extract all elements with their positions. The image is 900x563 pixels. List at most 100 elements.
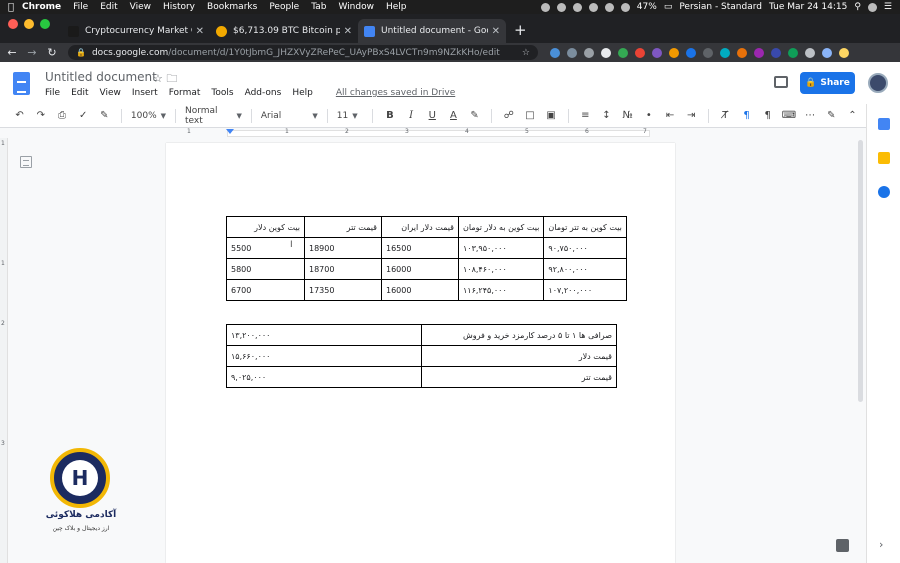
menu-view[interactable]: View	[130, 2, 151, 12]
text-color-icon[interactable]: A	[446, 110, 461, 121]
profile-icon[interactable]	[822, 47, 832, 58]
numbered-list-icon[interactable]: №	[620, 110, 635, 121]
new-tab-button[interactable]: +	[506, 21, 535, 43]
table-cell[interactable]: ۹,۰۲۵,۰۰۰	[226, 366, 422, 388]
menu-file[interactable]: File	[73, 2, 88, 12]
maximize-window-button[interactable]	[40, 19, 50, 29]
extension-icon[interactable]	[584, 47, 594, 58]
extension-icon[interactable]	[669, 47, 679, 58]
table-cell[interactable]: ۱۱۶,۲۴۵,۰۰۰	[457, 279, 545, 301]
collapse-toolbar-icon[interactable]: ⌃	[845, 110, 860, 121]
editing-mode-icon[interactable]: ✎	[824, 110, 839, 121]
battery-icon[interactable]: ▭	[664, 2, 673, 12]
table-cell[interactable]: ۱۰۷,۲۰۰,۰۰۰	[543, 279, 627, 301]
docs-menu-format[interactable]: Format	[169, 88, 201, 98]
table-cell[interactable]: 5800	[226, 258, 305, 280]
docs-menu-file[interactable]: File	[45, 88, 60, 98]
star-icon[interactable]: ☆	[153, 72, 163, 85]
highlight-color-icon[interactable]: ✎	[467, 110, 482, 121]
tasks-icon[interactable]	[878, 186, 890, 198]
bulleted-list-icon[interactable]: •	[641, 110, 656, 121]
tab-coinmarketcap[interactable]: Cryptocurrency Market Capitali ✕	[62, 19, 210, 43]
table-cell[interactable]: قیمت دلار	[421, 345, 617, 367]
insert-link-icon[interactable]: ☍	[501, 110, 516, 121]
docs-menu-edit[interactable]: Edit	[71, 88, 88, 98]
back-icon[interactable]: ←	[4, 46, 20, 59]
tray-app-icon[interactable]	[588, 2, 598, 12]
redo-icon[interactable]: ↷	[33, 110, 48, 121]
url-field[interactable]: 🔒 docs.google.com /document/d/1Y0tJbmG_J…	[68, 45, 538, 60]
table-cell[interactable]: 18700	[304, 258, 382, 280]
tray-app-icon[interactable]	[556, 2, 566, 12]
docs-menu-help[interactable]: Help	[292, 88, 313, 98]
volume-icon[interactable]	[620, 2, 630, 12]
docs-menu-addons[interactable]: Add-ons	[245, 88, 282, 98]
table-cell[interactable]: قیمت تتر	[304, 216, 382, 238]
wifi-icon[interactable]	[604, 2, 614, 12]
close-tab-icon[interactable]: ✕	[196, 26, 204, 37]
ltr-direction-icon[interactable]: ¶	[739, 110, 754, 121]
close-window-button[interactable]	[8, 19, 18, 29]
comment-history-icon[interactable]	[774, 76, 788, 88]
google-docs-logo-icon[interactable]	[13, 72, 30, 95]
menu-history[interactable]: History	[163, 2, 195, 12]
calendar-icon[interactable]	[878, 118, 890, 130]
extension-icon[interactable]	[788, 47, 798, 58]
indent-marker-icon[interactable]	[226, 129, 234, 134]
document-page[interactable]: بیت کوین دلار قیمت تتر قیمت دلار ایران ب…	[166, 143, 675, 563]
scrollbar-thumb[interactable]	[858, 140, 863, 402]
docs-menu-tools[interactable]: Tools	[211, 88, 233, 98]
input-tools-icon[interactable]: ⌨	[781, 110, 796, 121]
table-cell[interactable]: بیت کوین به دلار تومان	[457, 216, 545, 238]
print-icon[interactable]: ⎙	[54, 110, 69, 121]
account-avatar[interactable]	[868, 73, 888, 93]
app-menu-chrome[interactable]: Chrome	[22, 2, 61, 12]
menu-tab[interactable]: Tab	[311, 2, 326, 12]
table-cell[interactable]: قیمت تتر	[421, 366, 617, 388]
share-button[interactable]: 🔒 Share	[800, 72, 855, 94]
docs-menu-view[interactable]: View	[100, 88, 121, 98]
font-size-select[interactable]: 11 ▼	[337, 111, 364, 121]
extension-icon[interactable]	[686, 47, 696, 58]
table-cell[interactable]: ۱۰۸,۴۶۰,۰۰۰	[457, 258, 545, 280]
table-cell[interactable]: 16000	[381, 279, 459, 301]
tab-google-doc[interactable]: Untitled document - Google Do ✕	[358, 19, 506, 43]
clear-formatting-icon[interactable]: T̸	[718, 110, 733, 121]
paint-format-icon[interactable]: ✎	[97, 110, 112, 121]
extension-icon[interactable]	[805, 47, 815, 58]
document-outline-icon[interactable]	[20, 156, 32, 168]
align-icon[interactable]: ≡	[578, 110, 593, 121]
forward-icon[interactable]: →	[24, 46, 40, 59]
control-center-icon[interactable]: ☰	[884, 2, 892, 12]
more-icon[interactable]: ⋯	[803, 110, 818, 121]
menu-help[interactable]: Help	[386, 2, 407, 12]
extension-icon[interactable]	[601, 47, 611, 58]
table-cell[interactable]: 18900	[304, 237, 382, 259]
increase-indent-icon[interactable]: ⇥	[684, 110, 699, 121]
insert-image-icon[interactable]: ▣	[544, 110, 559, 121]
explore-icon[interactable]	[836, 539, 849, 552]
lock-icon[interactable]: 🔒	[76, 48, 86, 57]
insert-comment-icon[interactable]: □	[522, 110, 537, 121]
extension-icon[interactable]	[737, 47, 747, 58]
menu-window[interactable]: Window	[338, 2, 374, 12]
close-tab-icon[interactable]: ✕	[492, 26, 500, 37]
table-cell[interactable]: 17350	[304, 279, 382, 301]
user-icon[interactable]	[867, 2, 877, 12]
folder-icon[interactable]: 🗀	[166, 72, 177, 85]
tray-app-icon[interactable]	[572, 2, 582, 12]
battery-percent[interactable]: 47%	[637, 2, 657, 12]
table-cell[interactable]: 6700	[226, 279, 305, 301]
table-cell[interactable]: ۱۳,۲۰۰,۰۰۰	[226, 324, 422, 346]
input-source[interactable]: Persian - Standard	[679, 2, 762, 12]
tray-app-icon[interactable]	[540, 2, 550, 12]
menu-bookmarks[interactable]: Bookmarks	[207, 2, 257, 12]
zoom-select[interactable]: 100% ▼	[131, 111, 166, 121]
reload-icon[interactable]: ↻	[44, 46, 60, 59]
extension-icon[interactable]	[567, 47, 577, 58]
table-cell[interactable]: ۹۲,۸۰۰,۰۰۰	[543, 258, 627, 280]
decrease-indent-icon[interactable]: ⇤	[662, 110, 677, 121]
table-cell[interactable]: ۱۰۳,۹۵۰,۰۰۰	[457, 237, 545, 259]
font-select[interactable]: Arial ▼	[261, 111, 318, 121]
close-tab-icon[interactable]: ✕	[344, 26, 352, 37]
